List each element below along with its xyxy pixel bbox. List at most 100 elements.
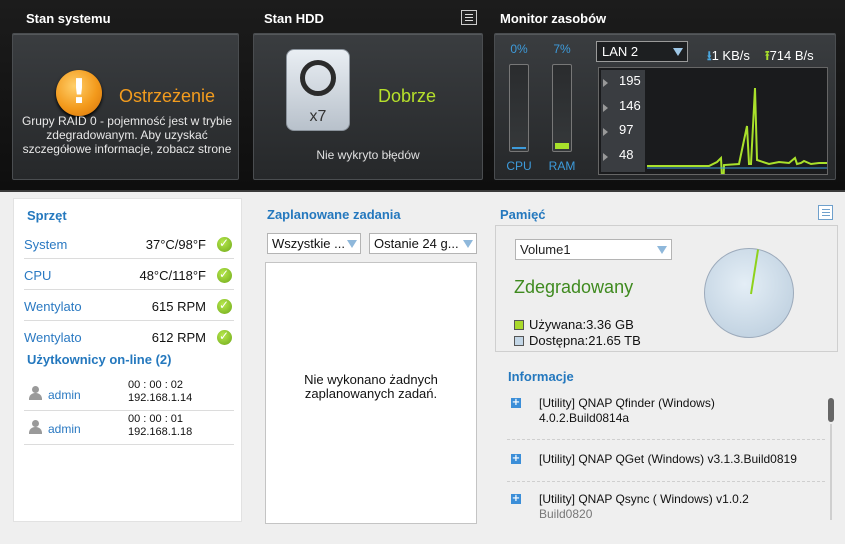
info-item-title[interactable]: [Utility] QNAP Qfinder (Windows) (539, 396, 824, 411)
hdd-menu-icon[interactable] (461, 10, 477, 25)
hardware-value: 48°C/118°F (139, 268, 206, 283)
lan-select-value: LAN 2 (602, 44, 639, 59)
tx-rate-value: 714 B/s (769, 48, 814, 63)
ram-meter (552, 64, 572, 152)
info-item-subtitle: 4.0.2.Build0814a (539, 411, 630, 425)
user-ip: 192.168.1.14 (128, 392, 193, 404)
free-swatch (514, 336, 524, 346)
hardware-row-cpu: CPU 48°C/118°F (24, 260, 234, 290)
legend-free: Dostępna:21.65 TB (514, 333, 641, 348)
user-name[interactable]: admin (48, 422, 81, 436)
resource-monitor-title: Monitor zasobów (500, 11, 607, 26)
cpu-label: CPU (506, 159, 532, 173)
info-scrollbar[interactable] (828, 398, 834, 522)
warning-icon (56, 70, 102, 116)
free-value: Dostępna:21.65 TB (529, 333, 641, 348)
hardware-row-fan-2: Wentylator 612 RPM (24, 322, 234, 352)
info-item[interactable]: + [Utility] QNAP Qsync ( Windows) v1.0.2… (507, 492, 825, 524)
hdd-status-panel[interactable]: x7 Dobrze Nie wykryto błędów (253, 33, 483, 180)
hardware-value: 37°C/98°F (145, 237, 206, 252)
cpu-percent: 0% (510, 42, 528, 56)
used-swatch (514, 320, 524, 330)
ok-check-icon (217, 298, 232, 314)
rx-rate: ⭳1 KB/s (707, 47, 750, 69)
task-type-select-value: Wszystkie ... (272, 236, 345, 251)
ok-check-icon (217, 329, 232, 345)
hardware-value: 615 RPM (151, 299, 206, 314)
user-session-time: 00 : 00 : 01 (128, 413, 184, 425)
system-status-label: Ostrzeżenie (119, 86, 216, 106)
system-status-title: Stan systemu (26, 11, 111, 26)
hardware-panel: Sprzęt System 37°C/98°F CPU 48°C/118°F W… (13, 198, 242, 522)
info-item-text: [Utility] QNAP Qfinder (Windows) 4.0.2.B… (539, 396, 824, 426)
user-icon (28, 420, 42, 434)
info-item-title[interactable]: [Utility] QNAP QGet (Windows) v3.1.3.Bui… (539, 452, 824, 467)
info-item[interactable]: + [Utility] QNAP Qfinder (Windows) 4.0.2… (507, 396, 825, 440)
scheduled-tasks-title: Zaplanowane zadania (267, 207, 401, 222)
tasks-list[interactable]: Nie wykonano żadnych zaplanowanych zadań… (265, 262, 477, 524)
volume-select[interactable]: Volume1 (515, 239, 672, 260)
traffic-lines (647, 87, 827, 174)
info-item-text: [Utility] QNAP Qsync ( Windows) v1.0.2 B… (539, 492, 824, 522)
volume-status: Zdegradowany (514, 277, 634, 297)
ram-label: RAM (548, 159, 576, 173)
chevron-down-icon (347, 240, 357, 248)
info-item[interactable]: + [Utility] QNAP QGet (Windows) v3.1.3.B… (507, 452, 825, 482)
chevron-down-icon (657, 246, 667, 254)
expand-plus-icon[interactable]: + (511, 494, 521, 504)
ok-check-icon (217, 267, 232, 283)
user-name[interactable]: admin (48, 388, 81, 402)
resource-monitor-panel: 0% CPU 7% RAM LAN 2 ⭳1 KB/s ⭱714 B/s 195… (494, 33, 836, 180)
hardware-row-system: System 37°C/98°F (24, 229, 234, 259)
storage-panel: Volume1 Zdegradowany Używana:3.36 GB Dos… (495, 198, 840, 526)
scheduled-tasks-panel: Zaplanowane zadania Wszystkie ... Ostani… (253, 198, 487, 527)
hardware-title: Sprzęt (27, 208, 67, 223)
hardware-name: Wentylator (24, 299, 82, 314)
storage-usage-pie (704, 248, 794, 338)
online-users-title[interactable]: Użytkownicy on-line (2) (27, 352, 171, 367)
info-item-title[interactable]: [Utility] QNAP Qsync ( Windows) v1.0.2 (539, 492, 824, 507)
info-item-subtitle: Build0820 (539, 507, 593, 521)
hdd-status-title: Stan HDD (264, 11, 324, 26)
hardware-value: 612 RPM (151, 330, 206, 345)
user-icon (28, 386, 42, 400)
hdd-count: x7 (309, 108, 327, 125)
chevron-down-icon (673, 48, 683, 56)
expand-plus-icon[interactable]: + (511, 398, 521, 408)
hdd-error-text: Nie wykryto błędów (316, 148, 420, 162)
scrollbar-track[interactable] (830, 424, 832, 520)
system-status-message: Grupy RAID 0 - pojemność jest w trybie z… (21, 114, 233, 156)
dashboard-top-band: Stan systemu Stan HDD Monitor zasobów Os… (0, 0, 845, 192)
used-value: Używana:3.36 GB (529, 317, 634, 332)
legend-used: Używana:3.36 GB (514, 317, 634, 332)
task-period-select-value: Ostanie 24 g... (374, 236, 459, 251)
user-row[interactable]: admin 00 : 00 : 02 192.168.1.14 (24, 377, 234, 411)
rx-rate-value: 1 KB/s (711, 48, 750, 63)
volume-select-value: Volume1 (520, 242, 571, 257)
hardware-name: System (24, 237, 68, 252)
system-status-panel[interactable]: Ostrzeżenie Grupy RAID 0 - pojemność jes… (12, 33, 239, 180)
chevron-down-icon (463, 240, 473, 248)
user-ip: 192.168.1.18 (128, 426, 193, 438)
lan-select[interactable]: LAN 2 (596, 41, 688, 62)
cpu-meter-fill (512, 147, 526, 149)
network-traffic-chart: 195 146 97 48 (598, 67, 828, 175)
ram-percent: 7% (553, 42, 571, 56)
hardware-name: Wentylator (24, 330, 82, 345)
hdd-status-label: Dobrze (378, 86, 437, 106)
user-session: 00 : 00 : 01 192.168.1.18 (128, 413, 192, 439)
user-session-time: 00 : 00 : 02 (128, 379, 184, 391)
tasks-empty-message: Nie wykonano żadnych zaplanowanych zadań… (304, 372, 438, 401)
expand-plus-icon[interactable]: + (511, 454, 521, 464)
tx-rate: ⭱714 B/s (765, 47, 814, 69)
hardware-name: CPU (24, 268, 52, 283)
hard-disk-icon: x7 (286, 49, 350, 131)
user-row[interactable]: admin 00 : 00 : 01 192.168.1.18 (24, 411, 234, 445)
storage-summary-box: Volume1 Zdegradowany Używana:3.36 GB Dos… (495, 225, 838, 352)
task-period-select[interactable]: Ostanie 24 g... (369, 233, 477, 254)
pie-used-slice (750, 249, 760, 295)
task-type-select[interactable]: Wszystkie ... (267, 233, 361, 254)
scrollbar-thumb[interactable] (828, 398, 834, 422)
ok-check-icon (217, 236, 232, 252)
hardware-row-fan-1: Wentylator 615 RPM (24, 291, 234, 321)
